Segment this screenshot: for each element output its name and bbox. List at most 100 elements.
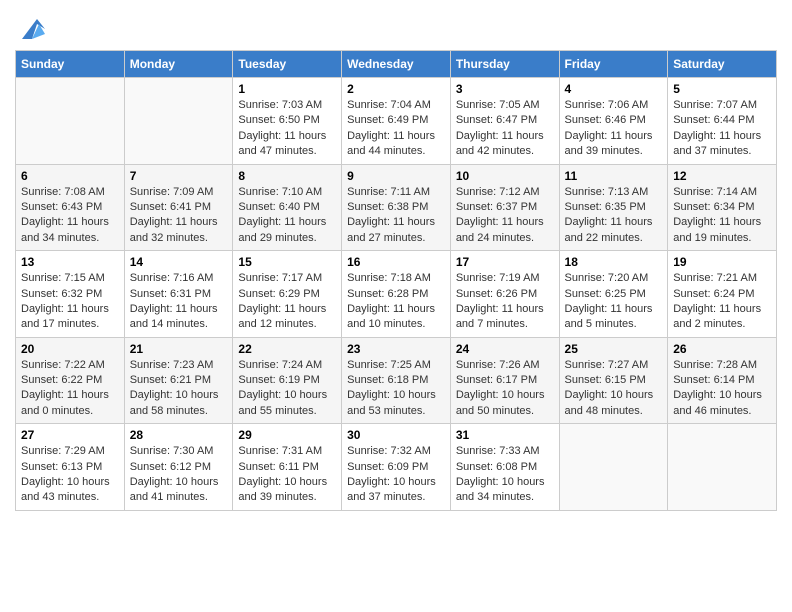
day-cell: 5 Sunrise: 7:07 AM Sunset: 6:44 PM Daylig… <box>668 78 777 165</box>
col-header-monday: Monday <box>124 51 233 78</box>
day-info: Sunrise: 7:27 AM Sunset: 6:15 PM Dayligh… <box>565 358 663 420</box>
day-number: 1 <box>238 82 336 96</box>
day-cell: 14 Sunrise: 7:16 AM Sunset: 6:31 PM Dayli… <box>124 251 233 338</box>
day-info: Sunrise: 7:29 AM Sunset: 6:13 PM Dayligh… <box>21 444 119 506</box>
day-cell: 9 Sunrise: 7:11 AM Sunset: 6:38 PM Daylig… <box>342 164 451 251</box>
day-cell: 26Sunrise: 7:28 AM Sunset: 6:14 PM Dayli… <box>668 337 777 424</box>
day-cell: 11 Sunrise: 7:13 AM Sunset: 6:35 PM Dayli… <box>559 164 668 251</box>
day-number: 14 <box>130 255 228 269</box>
day-info: Sunrise: 7:28 AM Sunset: 6:14 PM Dayligh… <box>673 358 771 420</box>
week-row-4: 20Sunrise: 7:22 AM Sunset: 6:22 PM Dayli… <box>16 337 777 424</box>
day-number: 20 <box>21 342 119 356</box>
day-cell: 12 Sunrise: 7:14 AM Sunset: 6:34 PM Dayli… <box>668 164 777 251</box>
day-info: Sunrise: 7:13 AM Sunset: 6:35 PM Dayligh… <box>565 185 663 247</box>
col-header-sunday: Sunday <box>16 51 125 78</box>
day-cell: 17 Sunrise: 7:19 AM Sunset: 6:26 PM Dayli… <box>450 251 559 338</box>
day-number: 27 <box>21 428 119 442</box>
day-info: Sunrise: 7:25 AM Sunset: 6:18 PM Dayligh… <box>347 358 445 420</box>
day-cell: 30 Sunrise: 7:32 AM Sunset: 6:09 PM Dayli… <box>342 424 451 511</box>
day-number: 13 <box>21 255 119 269</box>
day-info: Sunrise: 7:16 AM Sunset: 6:31 PM Dayligh… <box>130 271 228 333</box>
week-row-1: 1 Sunrise: 7:03 AM Sunset: 6:50 PM Daylig… <box>16 78 777 165</box>
day-info: Sunrise: 7:31 AM Sunset: 6:11 PM Dayligh… <box>238 444 336 506</box>
day-cell: 21 Sunrise: 7:23 AM Sunset: 6:21 PM Dayli… <box>124 337 233 424</box>
day-cell: 16Sunrise: 7:18 AM Sunset: 6:28 PM Dayli… <box>342 251 451 338</box>
col-header-tuesday: Tuesday <box>233 51 342 78</box>
day-number: 17 <box>456 255 554 269</box>
day-cell: 23 Sunrise: 7:25 AM Sunset: 6:18 PM Dayli… <box>342 337 451 424</box>
day-number: 11 <box>565 169 663 183</box>
col-header-saturday: Saturday <box>668 51 777 78</box>
day-number: 6 <box>21 169 119 183</box>
day-info: Sunrise: 7:06 AM Sunset: 6:46 PM Dayligh… <box>565 98 663 160</box>
logo <box>15 14 47 44</box>
day-info: Sunrise: 7:03 AM Sunset: 6:50 PM Dayligh… <box>238 98 336 160</box>
day-cell: 10 Sunrise: 7:12 AM Sunset: 6:37 PM Dayli… <box>450 164 559 251</box>
day-info: Sunrise: 7:11 AM Sunset: 6:38 PM Dayligh… <box>347 185 445 247</box>
week-row-5: 27 Sunrise: 7:29 AM Sunset: 6:13 PM Dayli… <box>16 424 777 511</box>
day-cell: 13 Sunrise: 7:15 AM Sunset: 6:32 PM Dayli… <box>16 251 125 338</box>
day-cell: 8 Sunrise: 7:10 AM Sunset: 6:40 PM Daylig… <box>233 164 342 251</box>
day-number: 29 <box>238 428 336 442</box>
day-cell: 6 Sunrise: 7:08 AM Sunset: 6:43 PM Daylig… <box>16 164 125 251</box>
day-number: 28 <box>130 428 228 442</box>
col-header-thursday: Thursday <box>450 51 559 78</box>
day-info: Sunrise: 7:19 AM Sunset: 6:26 PM Dayligh… <box>456 271 554 333</box>
day-info: Sunrise: 7:32 AM Sunset: 6:09 PM Dayligh… <box>347 444 445 506</box>
day-number: 21 <box>130 342 228 356</box>
day-number: 25 <box>565 342 663 356</box>
day-info: Sunrise: 7:30 AM Sunset: 6:12 PM Dayligh… <box>130 444 228 506</box>
col-header-friday: Friday <box>559 51 668 78</box>
day-number: 12 <box>673 169 771 183</box>
page-header <box>15 10 777 44</box>
day-number: 22 <box>238 342 336 356</box>
day-info: Sunrise: 7:17 AM Sunset: 6:29 PM Dayligh… <box>238 271 336 333</box>
day-cell: 27 Sunrise: 7:29 AM Sunset: 6:13 PM Dayli… <box>16 424 125 511</box>
calendar-table: SundayMondayTuesdayWednesdayThursdayFrid… <box>15 50 777 511</box>
day-number: 9 <box>347 169 445 183</box>
day-number: 7 <box>130 169 228 183</box>
day-info: Sunrise: 7:04 AM Sunset: 6:49 PM Dayligh… <box>347 98 445 160</box>
day-cell: 24Sunrise: 7:26 AM Sunset: 6:17 PM Dayli… <box>450 337 559 424</box>
day-number: 18 <box>565 255 663 269</box>
day-number: 4 <box>565 82 663 96</box>
day-info: Sunrise: 7:21 AM Sunset: 6:24 PM Dayligh… <box>673 271 771 333</box>
day-cell: 19 Sunrise: 7:21 AM Sunset: 6:24 PM Dayli… <box>668 251 777 338</box>
day-info: Sunrise: 7:10 AM Sunset: 6:40 PM Dayligh… <box>238 185 336 247</box>
header-row: SundayMondayTuesdayWednesdayThursdayFrid… <box>16 51 777 78</box>
day-info: Sunrise: 7:12 AM Sunset: 6:37 PM Dayligh… <box>456 185 554 247</box>
day-info: Sunrise: 7:26 AM Sunset: 6:17 PM Dayligh… <box>456 358 554 420</box>
day-info: Sunrise: 7:08 AM Sunset: 6:43 PM Dayligh… <box>21 185 119 247</box>
day-cell: 7 Sunrise: 7:09 AM Sunset: 6:41 PM Daylig… <box>124 164 233 251</box>
day-cell <box>124 78 233 165</box>
day-cell: 1 Sunrise: 7:03 AM Sunset: 6:50 PM Daylig… <box>233 78 342 165</box>
logo-icon <box>17 14 47 44</box>
day-cell: 22 Sunrise: 7:24 AM Sunset: 6:19 PM Dayli… <box>233 337 342 424</box>
day-number: 23 <box>347 342 445 356</box>
day-info: Sunrise: 7:20 AM Sunset: 6:25 PM Dayligh… <box>565 271 663 333</box>
col-header-wednesday: Wednesday <box>342 51 451 78</box>
week-row-3: 13 Sunrise: 7:15 AM Sunset: 6:32 PM Dayli… <box>16 251 777 338</box>
day-cell: 4 Sunrise: 7:06 AM Sunset: 6:46 PM Daylig… <box>559 78 668 165</box>
day-cell: 28 Sunrise: 7:30 AM Sunset: 6:12 PM Dayli… <box>124 424 233 511</box>
day-info: Sunrise: 7:14 AM Sunset: 6:34 PM Dayligh… <box>673 185 771 247</box>
week-row-2: 6 Sunrise: 7:08 AM Sunset: 6:43 PM Daylig… <box>16 164 777 251</box>
day-number: 2 <box>347 82 445 96</box>
day-cell: 31Sunrise: 7:33 AM Sunset: 6:08 PM Dayli… <box>450 424 559 511</box>
day-number: 3 <box>456 82 554 96</box>
day-info: Sunrise: 7:07 AM Sunset: 6:44 PM Dayligh… <box>673 98 771 160</box>
day-cell <box>559 424 668 511</box>
day-number: 30 <box>347 428 445 442</box>
day-cell: 29 Sunrise: 7:31 AM Sunset: 6:11 PM Dayli… <box>233 424 342 511</box>
day-cell <box>668 424 777 511</box>
day-info: Sunrise: 7:24 AM Sunset: 6:19 PM Dayligh… <box>238 358 336 420</box>
day-number: 19 <box>673 255 771 269</box>
day-number: 31 <box>456 428 554 442</box>
day-info: Sunrise: 7:23 AM Sunset: 6:21 PM Dayligh… <box>130 358 228 420</box>
day-number: 8 <box>238 169 336 183</box>
day-number: 10 <box>456 169 554 183</box>
day-info: Sunrise: 7:09 AM Sunset: 6:41 PM Dayligh… <box>130 185 228 247</box>
day-info: Sunrise: 7:15 AM Sunset: 6:32 PM Dayligh… <box>21 271 119 333</box>
day-number: 16 <box>347 255 445 269</box>
day-number: 5 <box>673 82 771 96</box>
